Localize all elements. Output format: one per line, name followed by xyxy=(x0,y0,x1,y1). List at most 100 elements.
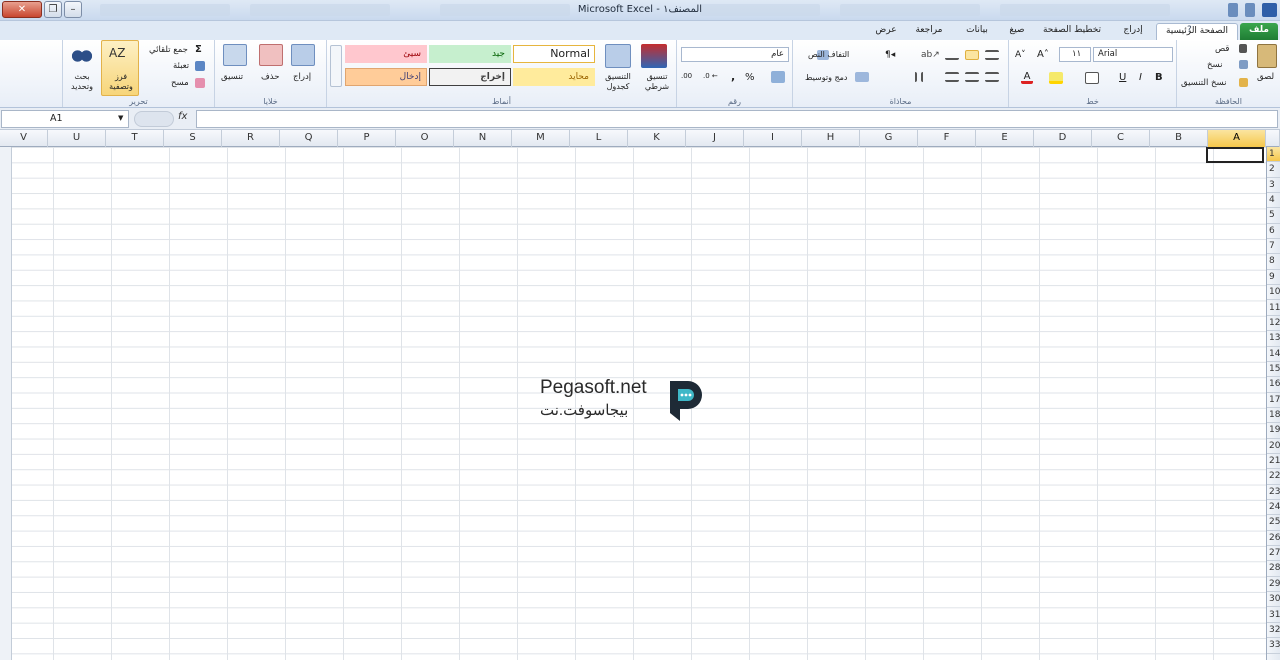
row-header[interactable]: 10 xyxy=(1267,285,1280,301)
increase-indent-icon[interactable] xyxy=(903,72,917,82)
autosum-icon[interactable]: Σ xyxy=(195,44,202,55)
accounting-format-icon[interactable] xyxy=(771,71,785,83)
help-icon[interactable]: ? xyxy=(1187,25,1192,35)
paste-icon[interactable] xyxy=(1257,44,1277,68)
column-header[interactable]: H xyxy=(802,130,860,147)
row-header[interactable]: 15 xyxy=(1267,362,1280,378)
find-select-button[interactable]: بحث وتحديد xyxy=(65,72,99,92)
align-left-icon[interactable] xyxy=(945,72,959,82)
sort-filter-icon[interactable]: AZ xyxy=(109,46,131,68)
clear-icon[interactable] xyxy=(195,78,205,88)
paste-button[interactable]: لصق xyxy=(1257,72,1274,82)
name-box-dropdown-icon[interactable]: ▼ xyxy=(118,114,123,122)
font-color-icon[interactable]: A xyxy=(1021,72,1033,84)
tab-page-layout[interactable]: تخطيط الصفحة xyxy=(1036,23,1108,40)
align-center-icon[interactable] xyxy=(965,72,979,82)
increase-decimal-icon[interactable]: .0 ← xyxy=(703,72,718,80)
row-header[interactable]: 22 xyxy=(1267,469,1280,485)
fill-color-icon[interactable] xyxy=(1049,72,1063,84)
undo-icon[interactable] xyxy=(1245,3,1255,17)
number-format-select[interactable]: عام xyxy=(681,47,789,62)
comma-button[interactable]: , xyxy=(731,70,735,83)
underline-button[interactable]: U xyxy=(1119,72,1126,83)
insert-cells-button[interactable]: إدراج xyxy=(293,72,311,82)
insert-function-button[interactable]: fx xyxy=(178,111,194,122)
column-header[interactable]: J xyxy=(686,130,744,147)
row-header[interactable]: 23 xyxy=(1267,485,1280,501)
tab-review[interactable]: مراجعة xyxy=(905,23,953,40)
row-header[interactable]: 9 xyxy=(1267,270,1280,286)
style-bad[interactable]: سيئ xyxy=(345,45,427,63)
row-header[interactable]: 14 xyxy=(1267,347,1280,362)
format-cells-button[interactable]: تنسيق xyxy=(221,72,243,82)
style-neutral[interactable]: محايد xyxy=(513,68,595,86)
fill-button[interactable]: تعبئة xyxy=(173,61,189,71)
row-header[interactable]: 6 xyxy=(1267,224,1280,240)
column-header[interactable]: D xyxy=(1034,130,1092,147)
row-header[interactable]: 27 xyxy=(1267,546,1280,562)
align-right-icon[interactable] xyxy=(985,72,999,82)
merge-center-button[interactable]: دمج وتوسيط xyxy=(805,73,848,82)
align-bottom-icon[interactable] xyxy=(945,50,959,60)
row-header[interactable]: 8 xyxy=(1267,254,1280,270)
tab-file[interactable]: ملف xyxy=(1240,23,1278,40)
row-header[interactable]: 24 xyxy=(1267,500,1280,516)
insert-cells-icon[interactable] xyxy=(291,44,315,66)
row-header[interactable]: 33 xyxy=(1267,638,1280,654)
column-header[interactable]: I xyxy=(744,130,802,147)
row-header[interactable]: 17 xyxy=(1267,393,1280,408)
column-header[interactable]: R xyxy=(222,130,280,147)
formula-input[interactable] xyxy=(196,110,1278,128)
align-middle-icon[interactable] xyxy=(965,50,979,60)
column-header[interactable]: F xyxy=(918,130,976,147)
align-top-icon[interactable] xyxy=(985,50,999,60)
column-header[interactable]: B xyxy=(1150,130,1208,147)
row-header[interactable]: 2 xyxy=(1267,162,1280,178)
row-header[interactable]: 4 xyxy=(1267,193,1280,209)
column-header[interactable]: S xyxy=(164,130,222,147)
copy-icon[interactable] xyxy=(1239,60,1248,69)
column-header[interactable]: A xyxy=(1208,130,1266,147)
row-header[interactable]: 11 xyxy=(1267,301,1280,316)
row-header[interactable]: 7 xyxy=(1267,239,1280,255)
cut-icon[interactable] xyxy=(1239,44,1247,53)
style-good[interactable]: جيد xyxy=(429,45,511,63)
column-header[interactable]: T xyxy=(106,130,164,147)
clear-button[interactable]: مسح xyxy=(171,78,189,88)
save-icon[interactable] xyxy=(1262,3,1277,17)
column-header[interactable]: G xyxy=(860,130,918,147)
tab-view[interactable]: عرض xyxy=(868,23,904,40)
column-header[interactable]: K xyxy=(628,130,686,147)
column-header[interactable]: L xyxy=(570,130,628,147)
column-header[interactable]: O xyxy=(396,130,454,147)
row-header[interactable]: 16 xyxy=(1267,377,1280,393)
column-header[interactable]: Q xyxy=(280,130,338,147)
copy-button[interactable]: نسخ xyxy=(1207,60,1222,70)
row-header[interactable]: 3 xyxy=(1267,178,1280,194)
column-header[interactable]: U xyxy=(48,130,106,147)
format-painter-icon[interactable] xyxy=(1239,78,1248,87)
merge-center-icon[interactable] xyxy=(855,72,869,82)
italic-button[interactable]: I xyxy=(1139,72,1142,83)
conditional-formatting-icon[interactable] xyxy=(641,44,667,68)
conditional-formatting-button[interactable]: تنسيق شرطي xyxy=(637,72,677,92)
column-header[interactable]: P xyxy=(338,130,396,147)
format-cells-icon[interactable] xyxy=(223,44,247,66)
percent-button[interactable]: % xyxy=(745,72,755,83)
style-output[interactable]: إخراج xyxy=(429,68,511,86)
sort-filter-button[interactable]: فرز وتصفية xyxy=(105,72,137,92)
column-header[interactable]: M xyxy=(512,130,570,147)
orientation-icon[interactable]: ab↗ xyxy=(921,50,940,60)
row-header[interactable]: 30 xyxy=(1267,592,1280,608)
name-box[interactable]: A1 xyxy=(1,110,129,128)
active-cell[interactable] xyxy=(1206,147,1264,163)
redo-icon[interactable] xyxy=(1228,3,1238,17)
decrease-indent-icon[interactable] xyxy=(921,72,935,82)
column-header[interactable]: V xyxy=(0,130,48,147)
vertical-scrollbar[interactable] xyxy=(0,147,12,660)
row-header[interactable]: 25 xyxy=(1267,515,1280,531)
delete-cells-button[interactable]: حذف xyxy=(261,72,280,82)
select-all-corner[interactable] xyxy=(1266,130,1280,147)
bold-button[interactable]: B xyxy=(1155,72,1163,83)
styles-gallery-scroll[interactable] xyxy=(330,45,342,87)
